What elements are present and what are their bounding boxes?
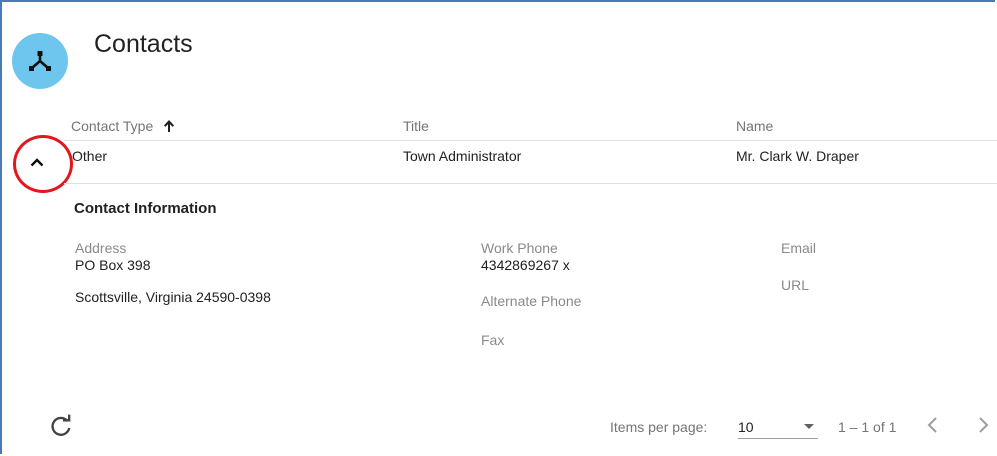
- address-line1: PO Box 398: [75, 257, 151, 273]
- url-label: URL: [781, 277, 810, 293]
- share-network-icon: [29, 51, 51, 71]
- column-header-label: Contact Type: [71, 118, 154, 134]
- work-phone-value: 4342869267 x: [481, 257, 570, 273]
- column-header-name[interactable]: Name: [736, 118, 773, 134]
- chevron-right-icon: [979, 417, 989, 433]
- next-page-button[interactable]: [972, 414, 994, 436]
- address-line2: Scottsville, Virginia 24590-0398: [75, 289, 271, 305]
- previous-page-button[interactable]: [922, 414, 944, 436]
- work-phone-label: Work Phone: [481, 240, 558, 256]
- refresh-button[interactable]: [48, 414, 74, 440]
- column-header-contact-type[interactable]: Contact Type: [71, 118, 175, 134]
- range-label: 1 – 1 of 1: [838, 419, 897, 435]
- row-divider: [64, 183, 997, 184]
- window-frame: [0, 0, 995, 454]
- fax-label: Fax: [481, 332, 505, 348]
- items-per-page-label: Items per page:: [610, 419, 708, 435]
- alternate-phone-label: Alternate Phone: [481, 293, 582, 309]
- contacts-avatar: [12, 33, 68, 89]
- address-label: Address: [75, 240, 127, 256]
- email-label: Email: [781, 240, 817, 256]
- section-title: Contact Information: [74, 200, 217, 217]
- cell-contact-type: Other: [72, 148, 108, 164]
- header-divider: [64, 140, 997, 141]
- page-title: Contacts: [94, 30, 193, 58]
- column-header-title[interactable]: Title: [403, 118, 429, 134]
- cell-title: Town Administrator: [403, 148, 522, 164]
- items-per-page-select[interactable]: 10: [738, 412, 818, 439]
- highlight-circle: [13, 135, 73, 193]
- chevron-left-icon: [927, 417, 937, 433]
- refresh-icon: [51, 414, 71, 436]
- caret-down-icon: [804, 424, 814, 429]
- arrow-up-icon: [164, 120, 175, 132]
- items-per-page-value: 10: [738, 419, 754, 435]
- cell-name: Mr. Clark W. Draper: [736, 148, 859, 164]
